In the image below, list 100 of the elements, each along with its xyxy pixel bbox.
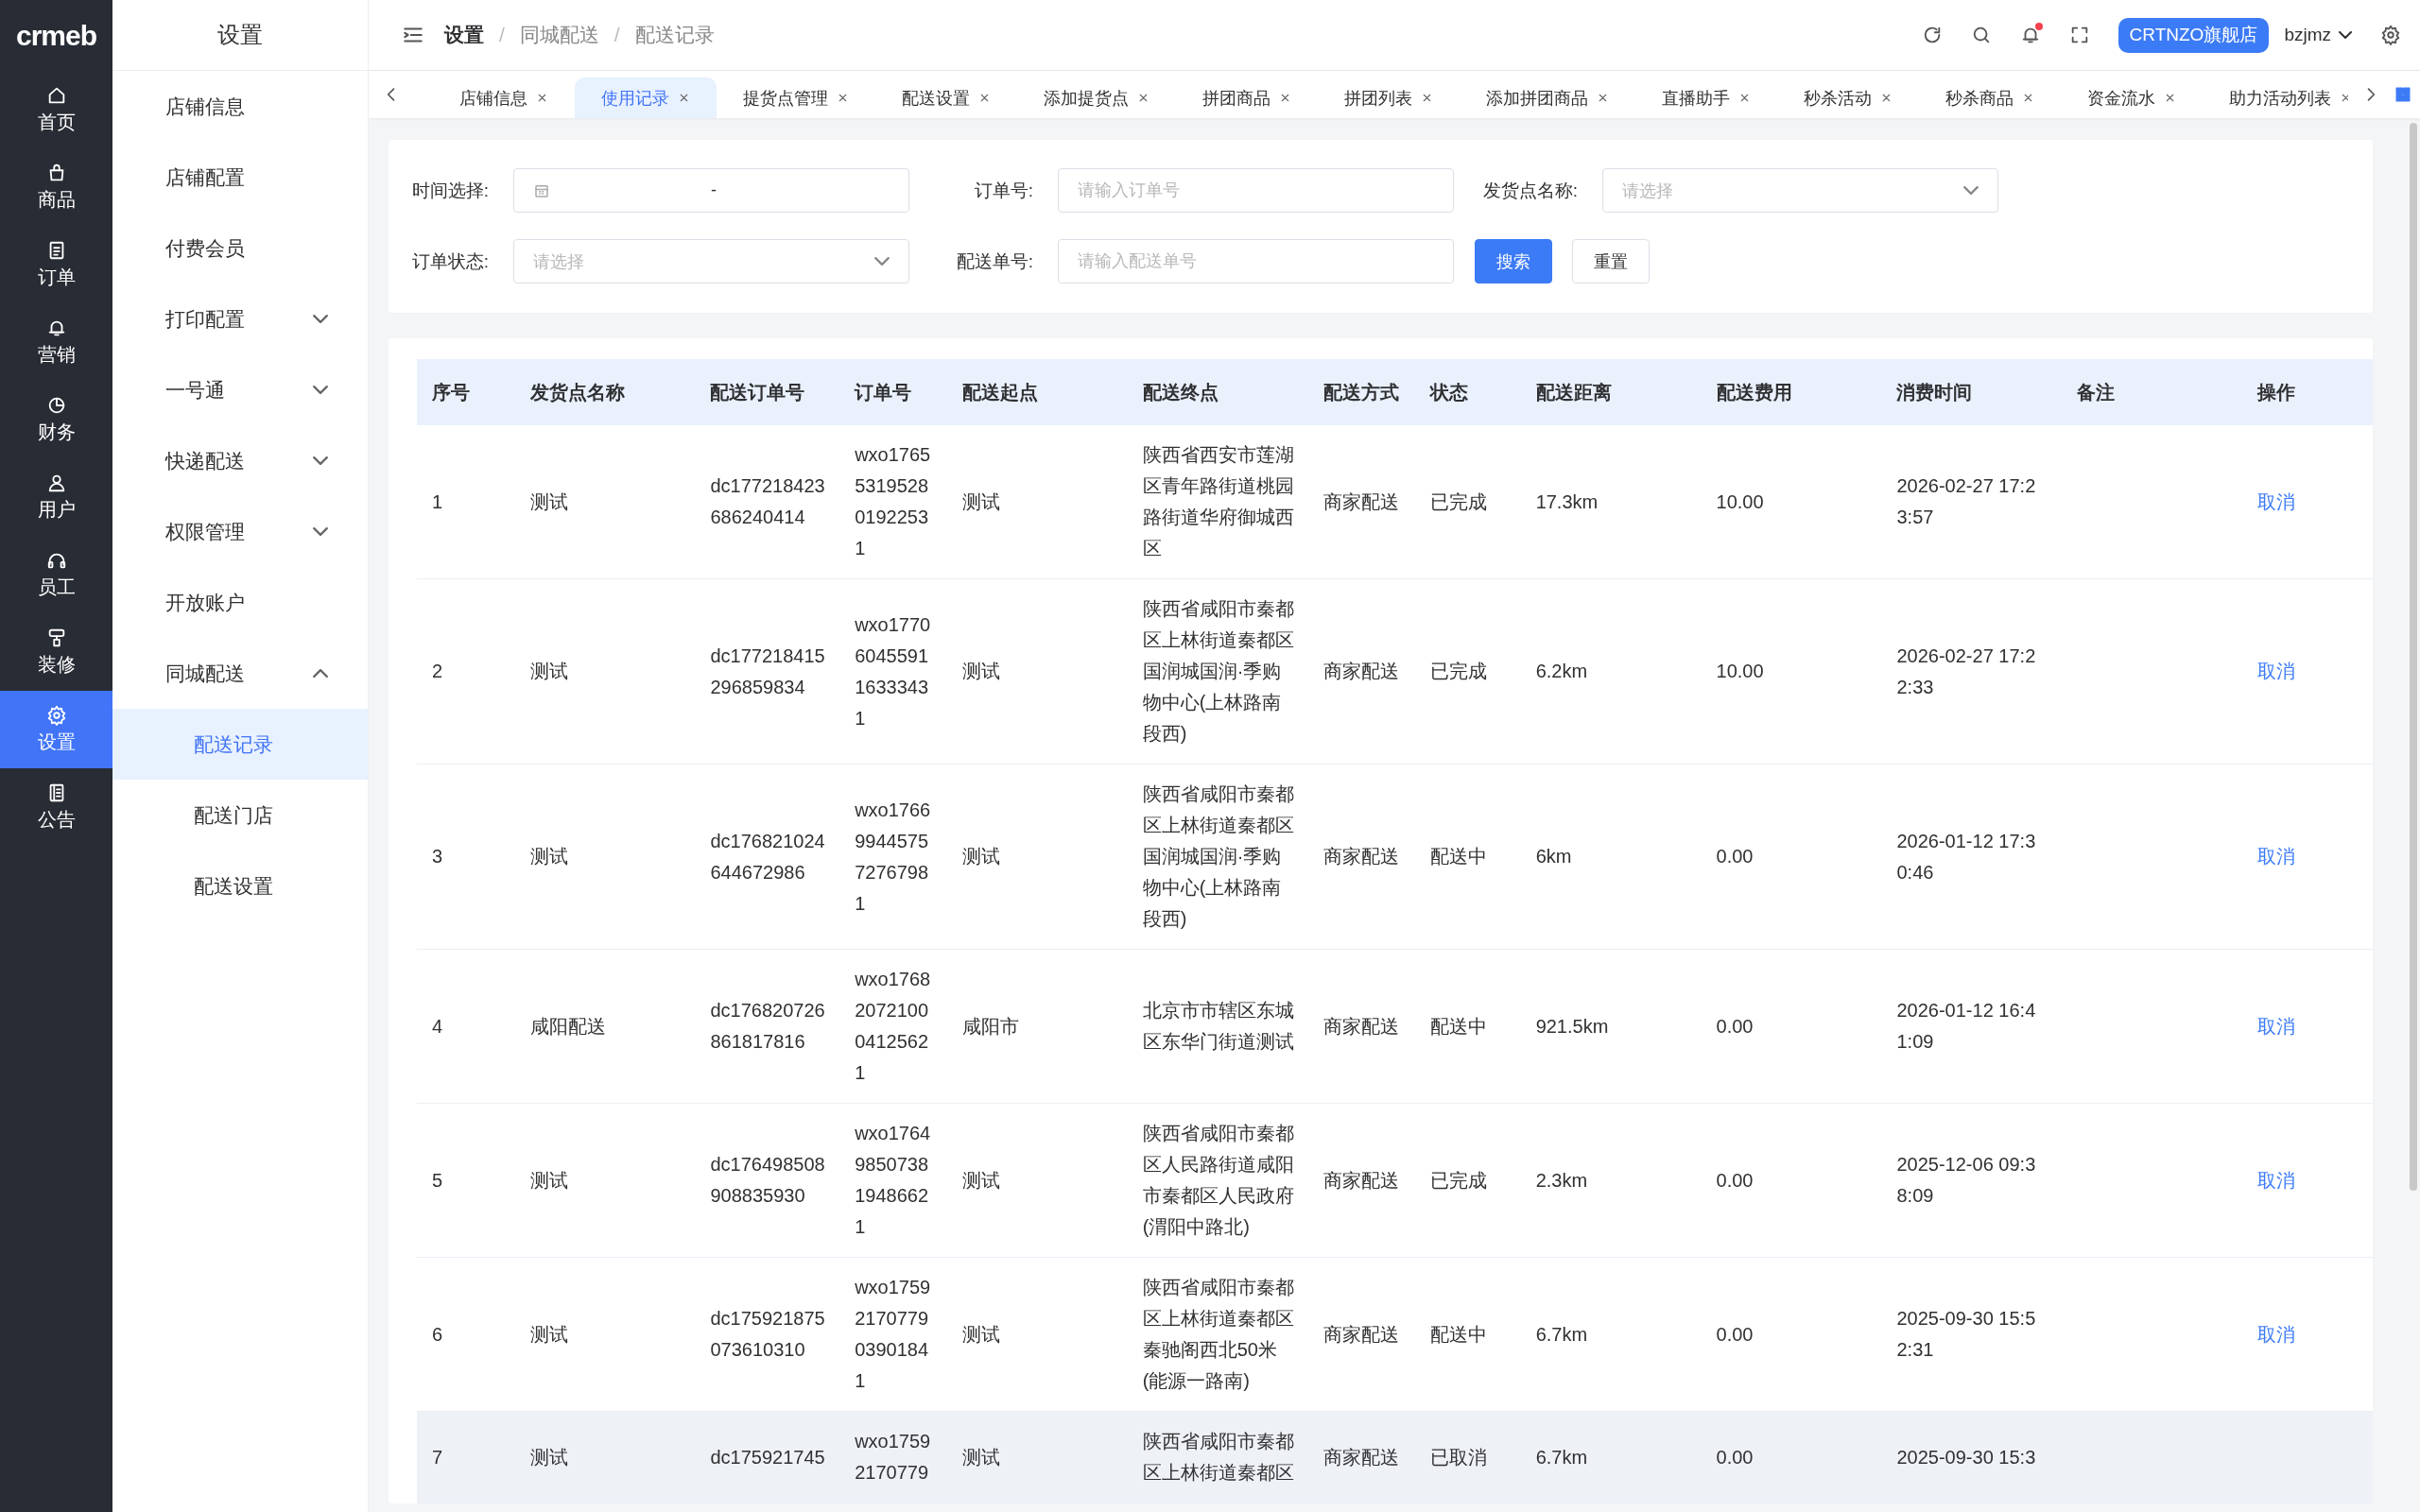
tab[interactable]: 资金流水 bbox=[2061, 77, 2203, 118]
table-cell-text: 921.5km bbox=[1535, 1014, 1610, 1039]
close-icon[interactable] bbox=[2164, 92, 2176, 104]
cancel-link[interactable]: 取消 bbox=[2257, 1323, 2296, 1345]
menu-group[interactable]: 同城配送 bbox=[112, 638, 368, 709]
search-button[interactable]: 搜索 bbox=[1475, 239, 1552, 284]
sidebar-item[interactable]: 员工 bbox=[0, 536, 112, 613]
sidebar-item[interactable]: 订单 bbox=[0, 226, 112, 303]
tab[interactable]: 配送设置 bbox=[875, 77, 1017, 118]
close-icon[interactable] bbox=[1421, 92, 1433, 104]
table-cell-text: 测试 bbox=[961, 660, 1001, 683]
table-cell-text: wxo1765531952801922531 bbox=[855, 443, 932, 560]
cancel-link[interactable]: 取消 bbox=[2257, 490, 2296, 512]
close-icon[interactable] bbox=[536, 92, 548, 104]
tab[interactable]: 秒杀活动 bbox=[1777, 77, 1919, 118]
menu-item[interactable]: 店铺配置 bbox=[112, 142, 368, 213]
table-cell-text: dc176820726861817816 bbox=[710, 999, 826, 1054]
reset-button[interactable]: 重置 bbox=[1572, 239, 1650, 284]
menu-group-label: 同城配送 bbox=[165, 661, 245, 686]
sidebar-item[interactable]: 首页 bbox=[0, 71, 112, 148]
menu-group[interactable]: 打印配置 bbox=[112, 284, 368, 354]
settings-icon[interactable] bbox=[2380, 25, 2401, 45]
column-header: 配送订单号 bbox=[695, 359, 840, 425]
sidebar-item[interactable]: 营销 bbox=[0, 303, 112, 381]
cancel-link[interactable]: 取消 bbox=[2257, 661, 2296, 681]
column-header: 备注 bbox=[2062, 359, 2243, 425]
table-cell-text: 商家配送 bbox=[1322, 845, 1400, 868]
table-cell-text: 6km bbox=[1535, 845, 1573, 868]
date-range-field[interactable]: - bbox=[513, 168, 909, 213]
submenu-item[interactable]: 配送记录 bbox=[112, 709, 368, 780]
tab[interactable]: 拼团列表 bbox=[1318, 77, 1460, 118]
table-cell-text: 6.2km bbox=[1535, 660, 1589, 683]
tab[interactable]: 提货点管理 bbox=[717, 77, 875, 118]
close-icon[interactable] bbox=[1738, 92, 1751, 104]
breadcrumb-item[interactable]: 设置 bbox=[444, 22, 484, 48]
sidebar-item[interactable]: 商品 bbox=[0, 148, 112, 226]
tab[interactable]: 使用记录 bbox=[575, 77, 717, 118]
tab[interactable]: 秒杀商品 bbox=[1919, 77, 2061, 118]
breadcrumb-item[interactable]: 配送记录 bbox=[634, 22, 715, 48]
table-cell-text: 6.7km bbox=[1535, 1445, 1589, 1469]
input-field[interactable]: 请输入配送单号 bbox=[1058, 239, 1454, 284]
tab[interactable]: 助力活动列表 bbox=[2203, 77, 2348, 118]
tab[interactable]: 添加拼团商品 bbox=[1460, 77, 1635, 118]
table-cell-text: dc175921875073610310 bbox=[710, 1307, 826, 1362]
user-menu[interactable]: bzjmz bbox=[2284, 25, 2352, 45]
table-cell-text: 已完成 bbox=[1430, 490, 1489, 514]
breadcrumb-separator: / bbox=[499, 24, 505, 46]
table-cell-text: 咸阳市 bbox=[961, 1014, 1020, 1039]
store-button[interactable]: CRTNZO旗舰店 bbox=[2118, 17, 2270, 53]
sidebar-item[interactable]: 装修 bbox=[0, 613, 112, 691]
tab[interactable]: 店铺信息 bbox=[433, 77, 575, 118]
menu-group[interactable]: 一号通 bbox=[112, 354, 368, 425]
table-cell-text: 商家配送 bbox=[1322, 1168, 1400, 1193]
close-icon[interactable] bbox=[1137, 92, 1150, 104]
close-icon[interactable] bbox=[1597, 92, 1609, 104]
table-cell-text: 6.7km bbox=[1535, 1322, 1589, 1347]
column-header: 配送终点 bbox=[1127, 359, 1308, 425]
close-icon[interactable] bbox=[678, 92, 690, 104]
menu-item[interactable]: 付费会员 bbox=[112, 213, 368, 284]
close-icon[interactable] bbox=[978, 92, 991, 104]
column-header: 消费时间 bbox=[1881, 359, 2063, 425]
submenu-item[interactable]: 配送设置 bbox=[112, 850, 368, 921]
field-label: 发货点名称: bbox=[1481, 179, 1579, 202]
close-icon[interactable] bbox=[2022, 92, 2034, 104]
close-icon[interactable] bbox=[837, 92, 849, 104]
table-cell-text: 测试 bbox=[961, 1445, 1001, 1469]
menu-group[interactable]: 快递配送 bbox=[112, 425, 368, 496]
tab[interactable]: 拼团商品 bbox=[1176, 77, 1318, 118]
field-label: 订单状态: bbox=[410, 249, 490, 273]
menu-group[interactable]: 权限管理 bbox=[112, 496, 368, 567]
sidebar-item[interactable]: 公告 bbox=[0, 768, 112, 846]
sidebar-item[interactable]: 财务 bbox=[0, 381, 112, 458]
table-cell-text: 已取消 bbox=[1430, 1445, 1489, 1469]
table-cell-text: 0.00 bbox=[1716, 1445, 1754, 1469]
tab[interactable]: 添加提货点 bbox=[1017, 77, 1176, 118]
cancel-link[interactable]: 取消 bbox=[2257, 1169, 2296, 1191]
table-cell-text: 2026-02-27 17:22:33 bbox=[1896, 644, 2037, 699]
close-icon[interactable] bbox=[1880, 92, 1893, 104]
table-cell-text: 商家配送 bbox=[1322, 1014, 1400, 1039]
menu-group-label: 权限管理 bbox=[165, 519, 245, 544]
table-cell-text: 北京市市辖区东城区东华门街道测试 bbox=[1142, 999, 1295, 1054]
close-icon[interactable] bbox=[1279, 92, 1291, 104]
scrollbar-thumb[interactable] bbox=[2410, 123, 2417, 1191]
submenu-item[interactable]: 配送门店 bbox=[112, 780, 368, 850]
menu-item[interactable]: 店铺信息 bbox=[112, 71, 368, 142]
breadcrumb-item[interactable]: 同城配送 bbox=[519, 22, 599, 48]
sidebar-item[interactable]: 用户 bbox=[0, 458, 112, 536]
menu-group-label: 快递配送 bbox=[165, 448, 245, 473]
input-field[interactable]: 请输入订单号 bbox=[1058, 168, 1454, 213]
table-cell-text: 17.3km bbox=[1535, 490, 1599, 514]
cancel-link[interactable]: 取消 bbox=[2257, 1015, 2296, 1037]
menu-item[interactable]: 开放账户 bbox=[112, 567, 368, 638]
tab[interactable]: 直播助手 bbox=[1635, 77, 1777, 118]
sidebar-item[interactable]: 设置 bbox=[0, 691, 112, 768]
table-cell-text: dc176821024644672986 bbox=[710, 829, 826, 885]
table-cell-text: 配送中 bbox=[1430, 845, 1489, 868]
table-cell-text: 2025-12-06 09:38:09 bbox=[1896, 1153, 2037, 1208]
table-cell-text: 测试 bbox=[961, 490, 1001, 514]
cancel-link[interactable]: 取消 bbox=[2257, 846, 2296, 867]
table-cell-text: 2026-01-12 17:30:46 bbox=[1896, 829, 2037, 885]
